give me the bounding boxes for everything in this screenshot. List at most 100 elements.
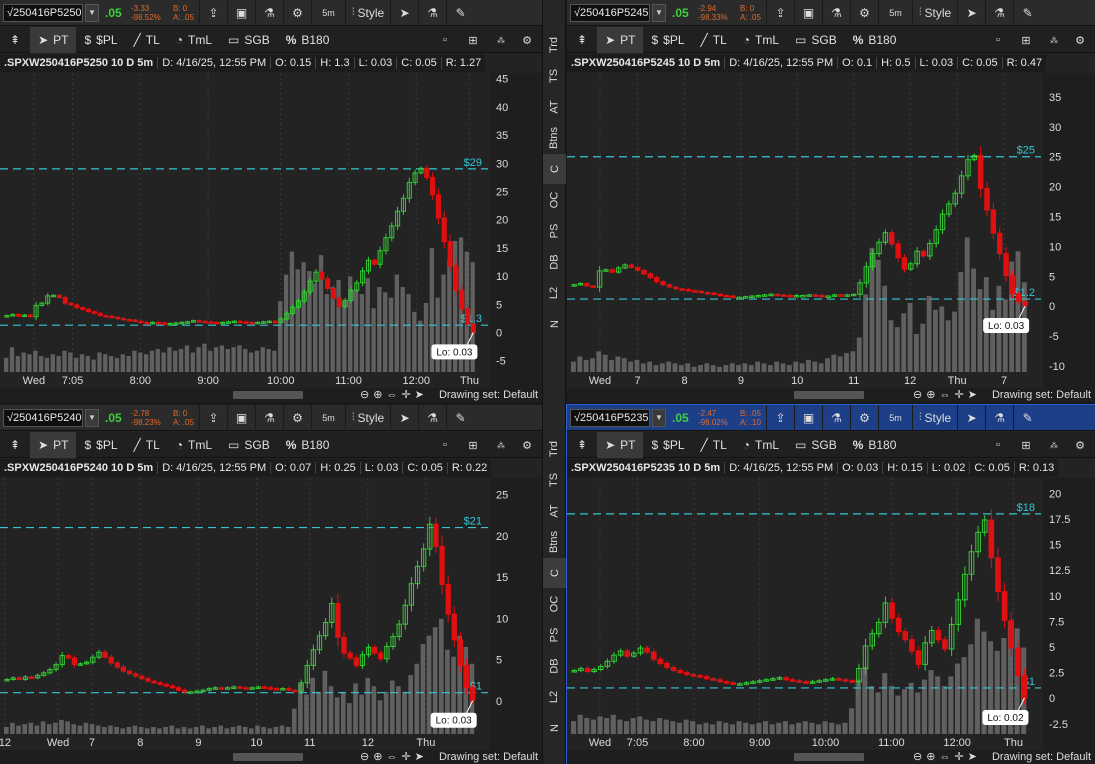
symbol-dropdown-button[interactable]: ▼	[85, 408, 99, 427]
side-tab-ps[interactable]: PS	[543, 216, 566, 246]
pointer-tool-button[interactable]: ➤ PT	[30, 431, 77, 458]
timeframe-button[interactable]: 5m	[878, 0, 912, 26]
grid-layout-button[interactable]: ▣	[794, 405, 822, 431]
studies-button[interactable]: ⚗	[822, 0, 850, 26]
timeframe-button[interactable]: 5m	[878, 405, 912, 431]
pl-tool-button[interactable]: $ $PL	[643, 27, 692, 53]
drawing-tool-button[interactable]: ✎	[1013, 405, 1041, 431]
share-button[interactable]: ⇪	[766, 405, 794, 431]
zoom-in-icon[interactable]: ⊕	[926, 388, 935, 402]
cursor-icon[interactable]: ➤	[415, 750, 424, 764]
side-tab-oc[interactable]: OC	[543, 185, 566, 215]
timeframe-button[interactable]: 5m	[311, 0, 345, 26]
chart-settings-button[interactable]: ⚙	[514, 432, 540, 458]
sgb-tool-button[interactable]: ▭ SGB	[220, 432, 278, 458]
pan-icon[interactable]: ⇔	[939, 750, 950, 764]
side-tab-l2[interactable]: L2	[543, 682, 566, 712]
trendline-tool-button[interactable]: ╱ TL	[693, 27, 735, 53]
pan-icon[interactable]: ⇔	[386, 388, 397, 402]
grid-view-button[interactable]: ⊞	[1013, 27, 1039, 53]
zoom-out-icon[interactable]: ⊖	[360, 750, 369, 764]
side-tab-oc[interactable]: OC	[543, 589, 566, 619]
chart-settings-button[interactable]: ⚙	[1067, 27, 1093, 53]
cursor-icon[interactable]: ➤	[968, 750, 977, 764]
link-button[interactable]: ⁂	[1041, 27, 1067, 53]
settings-button[interactable]: ⚙	[283, 405, 311, 431]
zoom-in-icon[interactable]: ⊕	[926, 750, 935, 764]
timeframe-button[interactable]: 5m	[311, 405, 345, 431]
pan-icon[interactable]: ⇔	[939, 388, 950, 402]
zoom-out-icon[interactable]: ⊖	[913, 750, 922, 764]
side-tab-n[interactable]: N	[543, 309, 566, 339]
symbol-input[interactable]: √250416P5235	[570, 408, 650, 427]
share-button[interactable]: ⇪	[199, 0, 227, 26]
share-button[interactable]: ⇪	[199, 405, 227, 431]
pin-button[interactable]: ⇞	[0, 27, 30, 53]
price-chart[interactable]: $21$1Lo: 0.03252015105012 Wed 7 8 9 10 11 12 Thu	[0, 478, 542, 750]
zoom-in-icon[interactable]: ⊕	[373, 388, 382, 402]
symbol-input[interactable]: √250416P5245	[570, 3, 650, 22]
flask-tool-button[interactable]: ⚗	[985, 0, 1013, 26]
b180-tool-button[interactable]: % B180	[278, 432, 338, 458]
drawing-tool-button[interactable]: ✎	[1013, 0, 1041, 26]
single-view-button[interactable]: ▫	[432, 27, 458, 53]
timeline-tool-button[interactable]: ◔ TmL	[735, 432, 787, 458]
pin-button[interactable]: ⇞	[567, 432, 597, 458]
pointer-tool-button[interactable]: ➤ PT	[597, 431, 644, 458]
single-view-button[interactable]: ▫	[985, 432, 1011, 458]
price-chart[interactable]: $25$1.2Lo: 0.0335302520151050-5-10Wed 7 8 9…	[567, 73, 1095, 388]
style-button[interactable]: ⫶ Style	[345, 405, 390, 431]
symbol-dropdown-button[interactable]: ▼	[652, 408, 666, 427]
zoom-out-icon[interactable]: ⊖	[360, 388, 369, 402]
settings-button[interactable]: ⚙	[283, 0, 311, 26]
pointer-tool-button[interactable]: ➤ PT	[597, 26, 644, 53]
side-tab-l2[interactable]: L2	[543, 278, 566, 308]
drawing-set-label[interactable]: Drawing set: Default	[439, 750, 538, 764]
link-button[interactable]: ⁂	[1041, 432, 1067, 458]
flask-tool-button[interactable]: ⚗	[985, 405, 1013, 431]
cursor-button[interactable]: ➤	[390, 405, 418, 431]
zoom-out-icon[interactable]: ⊖	[913, 388, 922, 402]
side-tab-at[interactable]: AT	[543, 92, 566, 122]
cursor-button[interactable]: ➤	[390, 0, 418, 26]
grid-layout-button[interactable]: ▣	[794, 0, 822, 26]
cursor-icon[interactable]: ➤	[968, 388, 977, 402]
share-button[interactable]: ⇪	[766, 0, 794, 26]
pin-button[interactable]: ⇞	[0, 432, 30, 458]
side-tab-at[interactable]: AT	[543, 496, 566, 526]
settings-button[interactable]: ⚙	[850, 0, 878, 26]
crosshair-icon[interactable]: ✛	[401, 750, 410, 764]
drawing-tool-button[interactable]: ✎	[446, 0, 474, 26]
chart-scrollbar[interactable]	[794, 753, 864, 761]
side-tab-db[interactable]: DB	[543, 247, 566, 277]
grid-view-button[interactable]: ⊞	[460, 432, 486, 458]
side-tab-c[interactable]: C	[543, 558, 566, 588]
symbol-input[interactable]: √250416P5240	[3, 408, 83, 427]
b180-tool-button[interactable]: % B180	[845, 432, 905, 458]
side-tab-db[interactable]: DB	[543, 651, 566, 681]
chart-settings-button[interactable]: ⚙	[514, 27, 540, 53]
side-tab-n[interactable]: N	[543, 713, 566, 743]
timeline-tool-button[interactable]: ◔ TmL	[735, 27, 787, 53]
studies-button[interactable]: ⚗	[255, 405, 283, 431]
single-view-button[interactable]: ▫	[985, 27, 1011, 53]
side-tab-btns[interactable]: Btns	[543, 527, 566, 557]
cursor-icon[interactable]: ➤	[415, 388, 424, 402]
studies-button[interactable]: ⚗	[255, 0, 283, 26]
b180-tool-button[interactable]: % B180	[845, 27, 905, 53]
drawing-set-label[interactable]: Drawing set: Default	[439, 388, 538, 402]
side-tab-c[interactable]: C	[543, 154, 566, 184]
pan-icon[interactable]: ⇔	[386, 750, 397, 764]
chart-settings-button[interactable]: ⚙	[1067, 432, 1093, 458]
zoom-in-icon[interactable]: ⊕	[373, 750, 382, 764]
flask-tool-button[interactable]: ⚗	[418, 405, 446, 431]
grid-view-button[interactable]: ⊞	[460, 27, 486, 53]
cursor-button[interactable]: ➤	[957, 0, 985, 26]
side-tab-trd[interactable]: Trd	[543, 434, 566, 464]
y-axis[interactable]	[490, 73, 542, 388]
side-tab-ts[interactable]: TS	[543, 465, 566, 495]
link-button[interactable]: ⁂	[488, 432, 514, 458]
crosshair-icon[interactable]: ✛	[954, 388, 963, 402]
drawing-tool-button[interactable]: ✎	[446, 405, 474, 431]
style-button[interactable]: ⫶ Style	[912, 405, 957, 431]
